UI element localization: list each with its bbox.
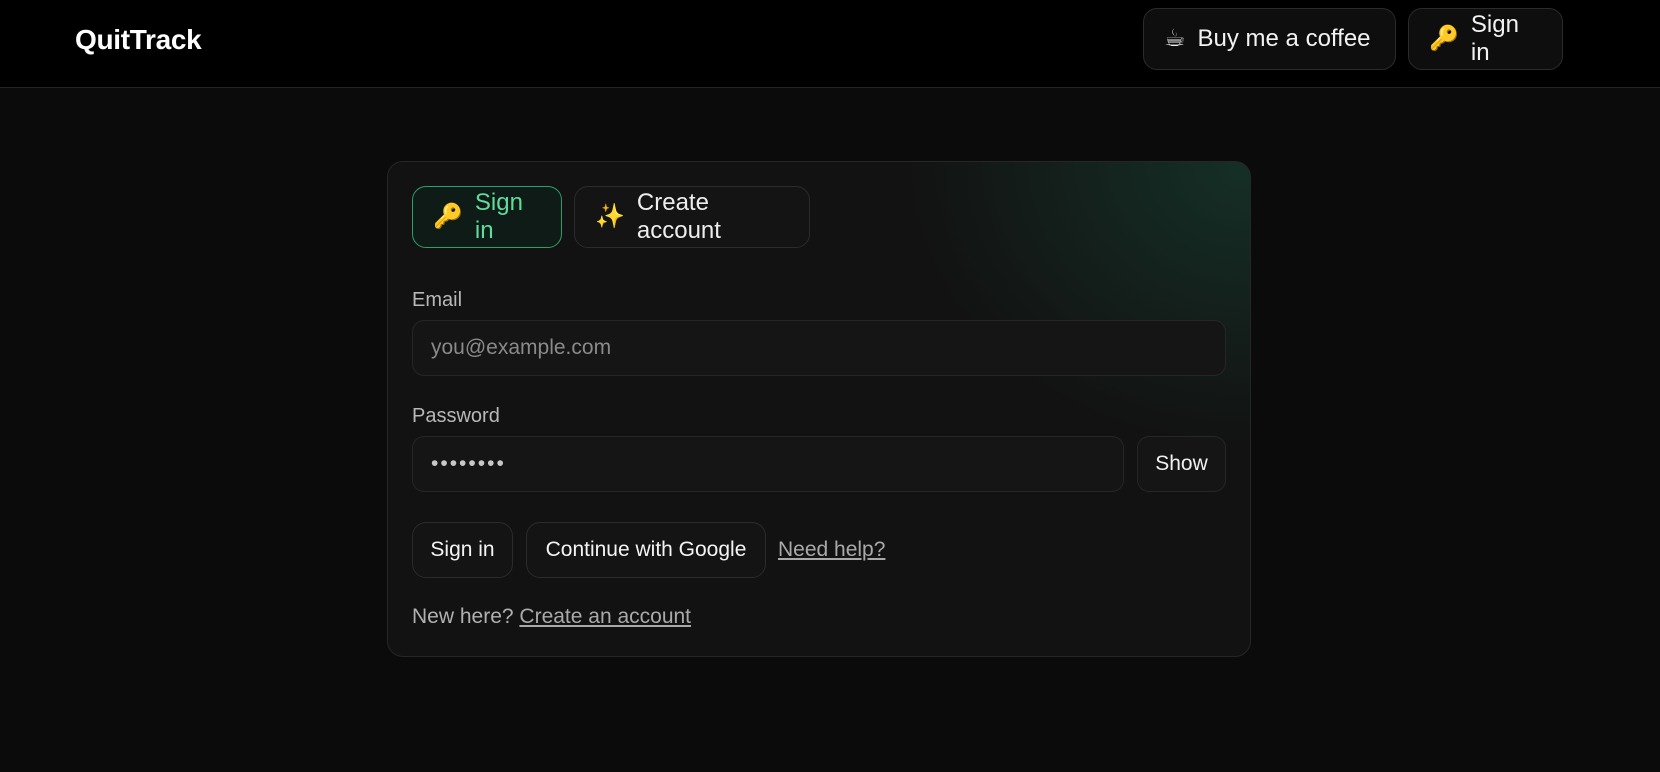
google-signin-button[interactable]: Continue with Google bbox=[526, 522, 766, 578]
show-password-button[interactable]: Show bbox=[1137, 436, 1226, 492]
key-icon: 🔑 bbox=[433, 203, 463, 230]
header-signin-button[interactable]: 🔑 Sign in bbox=[1408, 8, 1563, 70]
key-icon: 🔑 bbox=[1429, 25, 1459, 52]
tab-sign-in[interactable]: 🔑 Sign in bbox=[412, 186, 562, 248]
coffee-icon: ☕ bbox=[1164, 25, 1186, 52]
email-field[interactable] bbox=[412, 320, 1226, 376]
buy-coffee-label: Buy me a coffee bbox=[1197, 25, 1371, 52]
create-account-link[interactable]: Create an account bbox=[519, 605, 691, 628]
new-here-text: New here? bbox=[412, 605, 514, 628]
sign-in-button[interactable]: Sign in bbox=[412, 522, 513, 578]
tab-sign-in-label: Sign in bbox=[474, 189, 523, 244]
brand-logo[interactable]: QuitTrack bbox=[75, 24, 202, 56]
tab-create-account[interactable]: ✨ Create account bbox=[574, 186, 810, 248]
buy-coffee-button[interactable]: ☕ Buy me a coffee bbox=[1143, 8, 1396, 70]
top-bar: QuitTrack ☕ Buy me a coffee 🔑 Sign in bbox=[0, 0, 1660, 88]
auth-card: 🔑 Sign in ✨ Create account Email Passwor… bbox=[387, 161, 1251, 657]
tab-create-account-label: Create account bbox=[636, 189, 721, 244]
need-help-link[interactable]: Need help? bbox=[778, 538, 885, 562]
password-field[interactable] bbox=[412, 436, 1124, 492]
sparkles-icon: ✨ bbox=[595, 203, 625, 230]
password-label: Password bbox=[412, 405, 500, 427]
header-signin-label: Sign in bbox=[1470, 11, 1519, 66]
email-label: Email bbox=[412, 289, 463, 311]
signup-prompt: New here? Create an account bbox=[412, 605, 691, 629]
